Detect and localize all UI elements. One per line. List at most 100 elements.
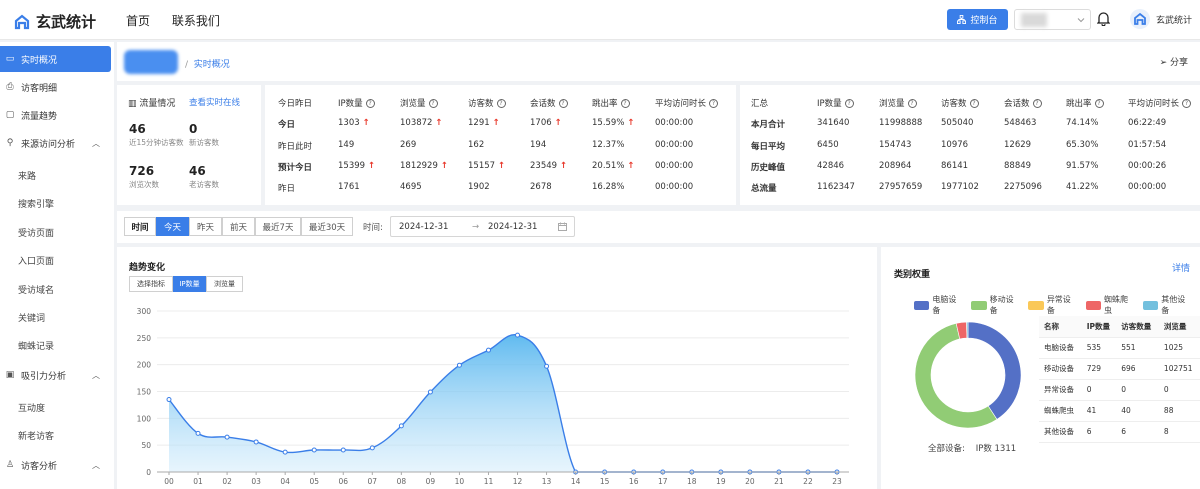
breadcrumb-current[interactable]: 实时概况 xyxy=(194,60,230,70)
console-button[interactable]: 控制台 xyxy=(947,9,1008,30)
data-point[interactable] xyxy=(166,397,172,403)
table-cell: 01:57:54 xyxy=(1128,140,1166,150)
detail-link[interactable]: 详情 xyxy=(1172,261,1190,274)
sidebar-subitem[interactable]: 来路 xyxy=(18,169,36,182)
legend-label: 其他设备 xyxy=(1161,295,1186,315)
end-date[interactable]: 2024-12-31 xyxy=(488,222,537,232)
donut-slice[interactable] xyxy=(967,321,1022,420)
sidebar-subitem[interactable]: 受访域名 xyxy=(18,283,54,296)
help-icon[interactable]: ? xyxy=(428,99,438,108)
site-select-value xyxy=(1021,13,1047,27)
data-point[interactable] xyxy=(485,347,491,353)
share-button[interactable]: ➢ 分享 xyxy=(1160,55,1188,68)
help-icon[interactable]: ? xyxy=(558,99,568,108)
cell-value: 269 xyxy=(400,140,417,150)
x-tick-label: 10 xyxy=(455,477,465,486)
nav-contact[interactable]: 联系我们 xyxy=(172,14,220,28)
bell-icon xyxy=(1096,12,1111,27)
table-cell: 其他设备 xyxy=(1039,421,1082,443)
realtime-online-link[interactable]: 查看实时在线 xyxy=(189,96,240,108)
cell-value: 1761 xyxy=(338,182,360,192)
app-logo[interactable]: 玄武统计 xyxy=(14,11,96,32)
sidebar-group-label: 来源访问分析 xyxy=(21,139,76,150)
legend-item[interactable]: 其他设备 xyxy=(1142,294,1192,316)
total-label: 全部设备: xyxy=(928,444,965,454)
filter-last-7[interactable]: 最近7天 xyxy=(255,217,301,236)
filter-yesterday[interactable]: 昨天 xyxy=(189,217,222,236)
legend-label: 蜘蛛爬虫 xyxy=(1104,295,1129,315)
sidebar-subitem[interactable]: 互动度 xyxy=(18,401,45,414)
nav-home[interactable]: 首页 xyxy=(126,14,150,28)
site-select[interactable] xyxy=(1014,9,1091,30)
table-cell: 15157 ↑ xyxy=(468,161,505,171)
x-tick-label: 09 xyxy=(426,477,436,486)
sidebar-subitem[interactable]: 新老访客 xyxy=(18,429,54,442)
legend-item[interactable]: 蜘蛛爬虫 xyxy=(1085,294,1135,316)
arrow-up-icon: ↑ xyxy=(624,161,635,171)
row-label: 每日平均 xyxy=(751,142,786,152)
data-point[interactable] xyxy=(515,332,521,338)
x-tick-label: 01 xyxy=(193,477,203,486)
sidebar-subitem[interactable]: 受访页面 xyxy=(18,226,54,239)
filter-last-30[interactable]: 最近30天 xyxy=(301,217,353,236)
help-icon[interactable]: ? xyxy=(1032,99,1042,108)
data-point[interactable] xyxy=(427,389,433,395)
chevron-down-icon xyxy=(1077,18,1085,23)
filter-today[interactable]: 今天 xyxy=(156,217,189,236)
legend-swatch xyxy=(914,300,930,310)
cell-value: 154743 xyxy=(879,140,912,150)
sidebar-subitem[interactable]: 搜索引擎 xyxy=(18,197,54,210)
help-icon[interactable]: ? xyxy=(844,99,854,108)
data-point[interactable] xyxy=(398,423,404,429)
row-label: 昨日 xyxy=(278,184,296,194)
date-range-picker[interactable]: 2024-12-31 → 2024-12-31 xyxy=(390,216,575,237)
help-icon[interactable]: ? xyxy=(496,99,506,108)
help-icon[interactable]: ? xyxy=(907,99,917,108)
help-icon[interactable]: ? xyxy=(365,99,375,108)
data-point[interactable] xyxy=(224,434,230,440)
data-point[interactable] xyxy=(195,430,201,436)
console-label: 控制台 xyxy=(970,16,998,26)
start-date[interactable]: 2024-12-31 xyxy=(399,222,448,232)
sidebar-subitem[interactable]: 蜘蛛记录 xyxy=(18,339,54,352)
chat-icon: ▢ xyxy=(5,110,15,120)
sidebar-group-source[interactable]: ⚲ 来源访问分析 ︿ xyxy=(0,130,114,156)
sidebar-subitem[interactable]: 关键词 xyxy=(18,311,45,324)
notification-bell[interactable] xyxy=(1096,11,1111,29)
data-point[interactable] xyxy=(544,363,550,369)
filter-day-before[interactable]: 前天 xyxy=(222,217,255,236)
sidebar-item-visitors[interactable]: ⎙ 访客明细 xyxy=(0,74,114,100)
table-cell: 00:00:00 xyxy=(655,161,693,171)
x-tick-label: 13 xyxy=(542,477,552,486)
data-point[interactable] xyxy=(282,449,288,455)
top-bar: 玄武统计 首页 联系我们 控制台 玄武统计 xyxy=(0,0,1200,40)
sidebar-item-trend[interactable]: ▢ 流量趋势 xyxy=(0,102,114,128)
cell-value: 88849 xyxy=(1004,161,1032,171)
data-point[interactable] xyxy=(456,362,462,368)
sidebar-item-realtime[interactable]: ▭ 实时概况 xyxy=(0,46,111,72)
table-cell: 11998888 xyxy=(879,118,922,128)
data-point[interactable] xyxy=(253,439,259,445)
sidebar-item-label: 实时概况 xyxy=(21,55,58,66)
data-point[interactable] xyxy=(369,445,375,451)
sidebar-group-visitors[interactable]: ♙ 访客分析 ︿ xyxy=(0,452,114,478)
site-badge xyxy=(124,50,178,74)
sidebar-subitem[interactable]: 入口页面 xyxy=(18,254,54,267)
help-icon[interactable]: ? xyxy=(620,99,630,108)
table-header: 跳出率? xyxy=(592,97,630,109)
bar-chart-icon: ▥ xyxy=(128,99,137,109)
user-menu[interactable]: 玄武统计 xyxy=(1130,9,1192,29)
cell-value: 15399 xyxy=(338,161,366,171)
help-icon[interactable]: ? xyxy=(1094,99,1104,108)
table-cell: 异常设备 xyxy=(1039,379,1082,401)
donut-slice[interactable] xyxy=(966,321,969,339)
stat-label: 近15分钟访客数 xyxy=(129,138,184,147)
help-icon[interactable]: ? xyxy=(1182,99,1192,108)
help-icon[interactable]: ? xyxy=(969,99,979,108)
sidebar-group-attraction[interactable]: ▣ 吸引力分析 ︿ xyxy=(0,362,114,388)
data-point[interactable] xyxy=(340,447,346,453)
stat-label: 浏览次数 xyxy=(129,180,159,189)
filter-time-label[interactable]: 时间 xyxy=(124,217,156,236)
help-icon[interactable]: ? xyxy=(709,99,719,108)
data-point[interactable] xyxy=(311,447,317,453)
